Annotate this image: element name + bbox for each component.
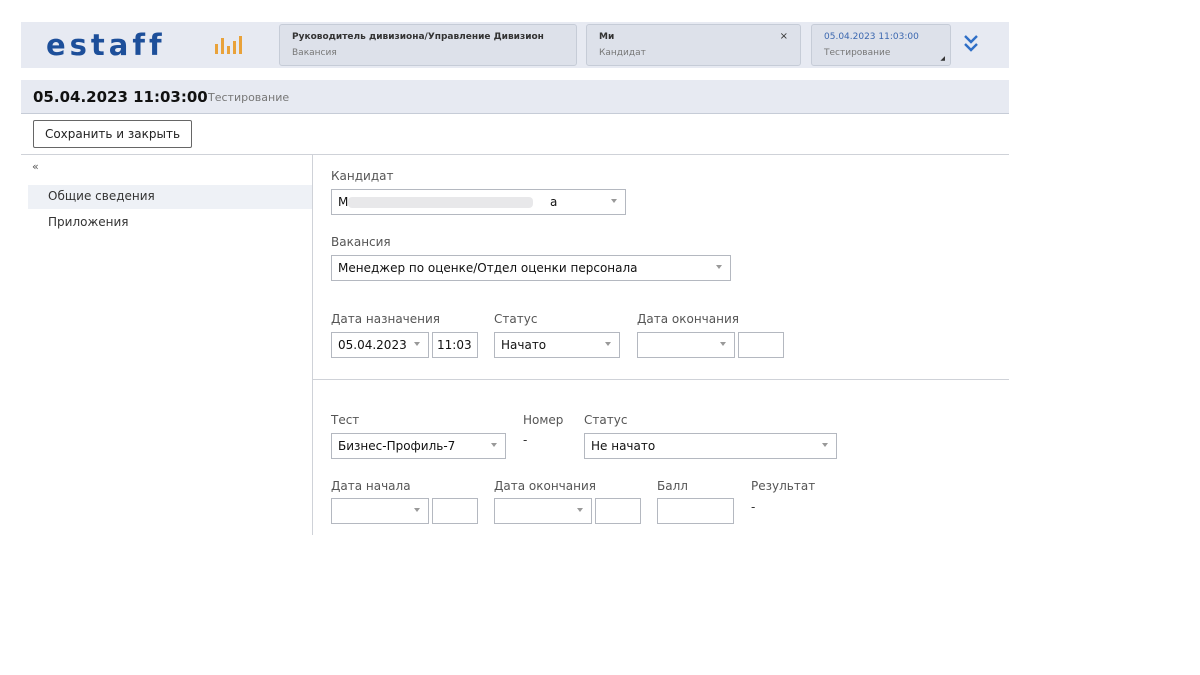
start-date-label: Дата начала	[331, 479, 411, 493]
end-date-label: Дата окончания	[637, 312, 739, 326]
number-value: -	[523, 433, 528, 447]
header-card-testing[interactable]: 05.04.2023 11:03:00 Тестирование ◢	[811, 24, 951, 66]
resize-corner-icon: ◢	[940, 55, 945, 62]
status-label: Статус	[494, 312, 538, 326]
score-label: Балл	[657, 479, 688, 493]
test-value: Бизнес-Профиль-7	[338, 439, 456, 453]
assign-date-value: 05.04.2023	[338, 338, 407, 352]
start-date-input[interactable]	[331, 498, 429, 524]
sidebar-divider	[312, 155, 313, 535]
chevron-down-icon	[577, 508, 583, 512]
result-label: Результат	[751, 479, 816, 493]
vacancy-select[interactable]: Менеджер по оценке/Отдел оценки персонал…	[331, 255, 731, 281]
page-subtitle: Тестирование	[208, 91, 290, 104]
end-date-input[interactable]	[637, 332, 735, 358]
test-status-label: Статус	[584, 413, 628, 427]
test-end-date-label: Дата окончания	[494, 479, 596, 493]
test-select[interactable]: Бизнес-Профиль-7	[331, 433, 506, 459]
vacancy-label: Вакансия	[331, 235, 391, 249]
chevron-down-icon	[720, 342, 726, 346]
assign-time-input[interactable]: 11:03	[432, 332, 478, 358]
redacted-candidate-name	[348, 197, 533, 208]
test-end-date-input[interactable]	[494, 498, 592, 524]
test-status-value: Не начато	[591, 439, 656, 453]
chevron-down-icon	[491, 443, 497, 447]
test-label: Тест	[331, 413, 360, 427]
page-title: 05.04.2023 11:03:00	[33, 88, 208, 106]
section-divider	[313, 379, 1009, 380]
assign-date-input[interactable]: 05.04.2023	[331, 332, 429, 358]
candidate-select[interactable]: М а	[331, 189, 626, 215]
collapse-sidebar-icon[interactable]: «	[32, 160, 39, 173]
chevron-down-icon	[716, 265, 722, 269]
header-card-candidate[interactable]: Ми Кандидат ×	[586, 24, 801, 66]
header-card-candidate-caption: Кандидат	[599, 48, 646, 58]
logo-bars-icon	[215, 36, 243, 54]
result-value: -	[751, 500, 756, 514]
sidebar-item-general[interactable]: Общие сведения	[48, 189, 155, 203]
candidate-label: Кандидат	[331, 169, 394, 183]
status-value: Начато	[501, 338, 547, 352]
test-status-select[interactable]: Не начато	[584, 433, 837, 459]
test-end-time-input[interactable]	[595, 498, 641, 524]
score-input[interactable]	[657, 498, 734, 524]
status-select[interactable]: Начато	[494, 332, 620, 358]
chevron-down-icon	[822, 443, 828, 447]
start-time-input[interactable]	[432, 498, 478, 524]
header-card-vacancy[interactable]: Руководитель дивизиона/Управление Дивизи…	[279, 24, 577, 66]
header-card-testing-title: 05.04.2023 11:03:00	[824, 32, 919, 42]
chevron-down-icon	[414, 342, 420, 346]
vacancy-value: Менеджер по оценке/Отдел оценки персонал…	[338, 261, 638, 275]
candidate-value-end: а	[550, 195, 558, 209]
sidebar-item-attachments[interactable]: Приложения	[48, 215, 129, 229]
chevron-down-icon	[611, 199, 617, 203]
double-chevron-down-icon[interactable]	[962, 33, 980, 53]
header-card-vacancy-title: Руководитель дивизиона/Управление Дивизи…	[292, 32, 544, 42]
estaff-logo: estaff	[46, 28, 166, 62]
number-label: Номер	[523, 413, 564, 427]
assign-time-value: 11:03	[437, 338, 472, 352]
chevron-down-icon	[605, 342, 611, 346]
candidate-value-start: М	[338, 195, 349, 209]
assign-date-label: Дата назначения	[331, 312, 441, 326]
save-and-close-button[interactable]: Сохранить и закрыть	[33, 120, 192, 148]
header-card-candidate-title: Ми	[599, 32, 615, 42]
header-card-testing-caption: Тестирование	[824, 48, 891, 58]
end-time-input[interactable]	[738, 332, 784, 358]
header-card-vacancy-caption: Вакансия	[292, 48, 337, 58]
toolbar-divider	[21, 154, 1009, 155]
chevron-down-icon	[414, 508, 420, 512]
close-icon[interactable]: ×	[780, 31, 788, 42]
